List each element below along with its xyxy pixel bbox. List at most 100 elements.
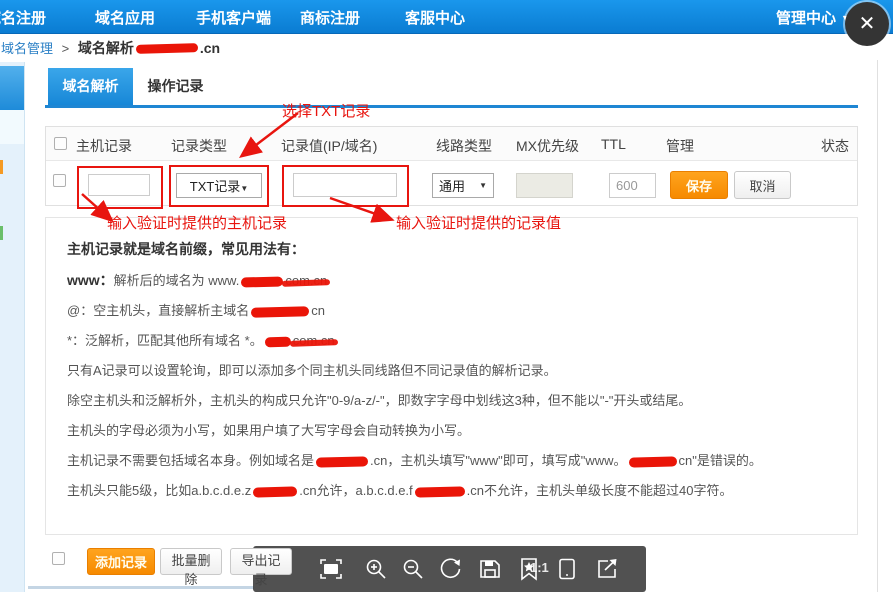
help-line: 主机头只能5级，比如a.b.c.d.e.z .cn允许，a.b.c.d.e.f .c… xyxy=(67,476,839,506)
help-text-segment: 主机头只能5级，比如a.b.c.d.e.z xyxy=(67,483,251,498)
column-header: TTL xyxy=(601,136,626,152)
batch-delete-button[interactable]: 批量删除 xyxy=(160,548,222,575)
top-nav-bar: 域名注册 域名应用 手机客户端 商标注册 客服中心 管理中心▼ xyxy=(0,0,893,34)
zoom-out-icon[interactable] xyxy=(401,557,425,581)
footer-select-all-checkbox[interactable] xyxy=(52,552,65,565)
nav-item-3[interactable]: 手机客户端 xyxy=(196,7,271,28)
redacted-text xyxy=(265,336,291,347)
host-record-input[interactable] xyxy=(88,174,150,196)
redacted-text xyxy=(241,276,283,287)
help-text-segment: 只有A记录可以设置轮询，即可以添加多个同主机头同线路但不同记录值的解析记录。 xyxy=(67,363,557,378)
nav-item-5[interactable]: 客服中心 xyxy=(405,7,465,28)
background-sidebar-active-block xyxy=(0,66,24,110)
bookmark-star-icon[interactable] xyxy=(517,557,541,581)
column-header: 线路类型 xyxy=(436,136,492,156)
record-type-select[interactable]: TXT记录▼ xyxy=(176,173,262,198)
callout-host-record: 输入验证时提供的主机记录 xyxy=(107,212,287,233)
help-text-segment: .cn允许，a.b.c.d.e.f xyxy=(299,483,412,498)
row-checkbox[interactable] xyxy=(53,174,66,187)
help-text-segment: 主机记录就是域名前缀，常见用法有： xyxy=(67,241,305,257)
screenshot-root: 域名注册域名应用手机客户端商标注册客服中心 管理中心▼ ✕ 域名管理 > 域名解… xyxy=(0,0,893,592)
line-type-select[interactable]: 通用 ▼ xyxy=(432,173,494,198)
column-header: 记录类型 xyxy=(171,136,227,156)
account-menu-label: 管理中心 xyxy=(776,10,836,27)
breadcrumb-current: 域名解析 xyxy=(78,40,134,56)
help-line: 主机记录就是域名前缀，常见用法有： xyxy=(67,234,839,265)
help-line: 只有A记录可以设置轮询，即可以添加多个同主机头同线路但不同记录值的解析记录。 xyxy=(67,356,839,386)
column-header: 管理 xyxy=(666,136,694,156)
callout-select-txt: 选择TXT记录 xyxy=(282,100,370,121)
help-text-panel: 主机记录就是域名前缀，常见用法有： www：解析后的域名为 www. com.cn @… xyxy=(45,217,858,535)
share-icon[interactable] xyxy=(595,557,619,581)
help-text-segment: www： xyxy=(67,272,114,288)
help-line: @：空主机头，直接解析主域名 cn xyxy=(67,296,839,326)
rotate-icon[interactable] xyxy=(439,557,463,581)
redacted-text xyxy=(628,456,676,467)
nav-item-1[interactable]: 域名注册 xyxy=(0,7,46,28)
cancel-button[interactable]: 取消 xyxy=(734,171,791,199)
device-icon[interactable] xyxy=(555,557,579,581)
add-record-button[interactable]: 添加记录 xyxy=(87,548,155,575)
panel-right-border xyxy=(877,60,878,592)
tab-underline xyxy=(45,105,858,108)
background-orange-sliver xyxy=(0,160,3,174)
save-button[interactable]: 保存 xyxy=(670,171,728,199)
record-value-input[interactable] xyxy=(293,173,397,197)
background-sidebar-light-block xyxy=(0,110,24,144)
close-icon: ✕ xyxy=(859,13,876,35)
help-text-segment: com.cn xyxy=(293,333,335,348)
help-text-segment: @：空主机头，直接解析主域名 xyxy=(67,303,249,318)
record-type-value: TXT记录▼ xyxy=(177,176,261,195)
bottom-divider xyxy=(28,586,254,589)
callout-record-value: 输入验证时提供的记录值 xyxy=(396,212,561,233)
help-text-segment: 主机头的字母必须为小写，如果用户填了大写字母会自动转换为小写。 xyxy=(67,423,470,438)
redacted-domain-name xyxy=(136,43,198,54)
nav-item-2[interactable]: 域名应用 xyxy=(95,7,155,28)
column-header: 主机记录 xyxy=(76,136,132,156)
help-line: 除空主机头和泛解析外，主机头的构成只允许"0-9/a-z/-"，即数字字母中划线… xyxy=(67,386,839,416)
record-table-header: 主机记录 记录类型 记录值(IP/域名) 线路类型 MX优先级 TTL 管理 状态 xyxy=(46,127,857,161)
help-text-segment: 主机记录不需要包括域名本身。例如域名是 xyxy=(67,453,314,468)
record-table: 主机记录 记录类型 记录值(IP/域名) 线路类型 MX优先级 TTL 管理 状态 TXT记录… xyxy=(45,126,858,206)
zoom-in-icon[interactable] xyxy=(364,557,388,581)
help-text-segment: 除空主机头和泛解析外，主机头的构成只允许"0-9/a-z/-"，即数字字母中划线… xyxy=(67,393,691,408)
help-text-segment: 解析后的域名为 www. xyxy=(114,273,240,288)
screenshot-toolbar: 1:1 xyxy=(253,546,646,592)
breadcrumb: 域名管理 > 域名解析 .cn xyxy=(1,38,220,58)
redacted-text xyxy=(251,306,309,318)
tab-domain-resolution[interactable]: 域名解析 xyxy=(48,68,133,105)
help-text-segment: cn"是错误的。 xyxy=(679,453,762,468)
breadcrumb-separator: > xyxy=(62,41,70,56)
nav-item-4[interactable]: 商标注册 xyxy=(300,7,360,28)
help-text-segment: .cn，主机头填写"www"即可，填写成"www。 xyxy=(370,453,627,468)
breadcrumb-domain-suffix: .cn xyxy=(200,40,220,56)
background-green-sliver xyxy=(0,226,3,240)
tab-operation-log[interactable]: 操作记录 xyxy=(133,68,218,105)
fit-screen-icon[interactable] xyxy=(319,557,343,581)
account-menu[interactable]: 管理中心▼ xyxy=(776,7,850,28)
help-text-segment: .cn不允许，主机头单级长度不能超过40字符。 xyxy=(467,483,733,498)
redacted-text xyxy=(253,486,297,497)
save-icon[interactable] xyxy=(478,557,502,581)
column-header: 状态 xyxy=(821,136,849,156)
help-line: 主机记录不需要包括域名本身。例如域名是 .cn，主机头填写"www"即可，填写成"… xyxy=(67,446,839,476)
redacted-text xyxy=(415,486,465,497)
line-type-value: 通用 xyxy=(439,176,479,195)
help-line: *：泛解析，匹配其他所有域名 *。 com.cn xyxy=(67,326,839,356)
help-line: 主机头的字母必须为小写，如果用户填了大写字母会自动转换为小写。 xyxy=(67,416,839,446)
mx-priority-input xyxy=(516,173,573,198)
column-header: 记录值(IP/域名) xyxy=(281,136,377,156)
select-caret-icon: ▼ xyxy=(240,184,248,193)
help-line: www：解析后的域名为 www. com.cn xyxy=(67,265,839,296)
column-header: MX优先级 xyxy=(516,136,579,156)
close-button[interactable]: ✕ xyxy=(845,2,889,46)
help-text-segment: *：泛解析，匹配其他所有域名 *。 xyxy=(67,333,263,348)
redacted-text xyxy=(316,456,368,467)
help-text-segment: cn xyxy=(311,303,325,318)
ttl-input[interactable] xyxy=(609,173,656,198)
help-text-segment: com.cn xyxy=(285,273,327,288)
breadcrumb-domain-management[interactable]: 域名管理 xyxy=(1,41,53,56)
export-records-button[interactable]: 导出记录 xyxy=(230,548,292,575)
select-caret-icon: ▼ xyxy=(479,181,487,190)
select-all-checkbox[interactable] xyxy=(54,137,67,150)
